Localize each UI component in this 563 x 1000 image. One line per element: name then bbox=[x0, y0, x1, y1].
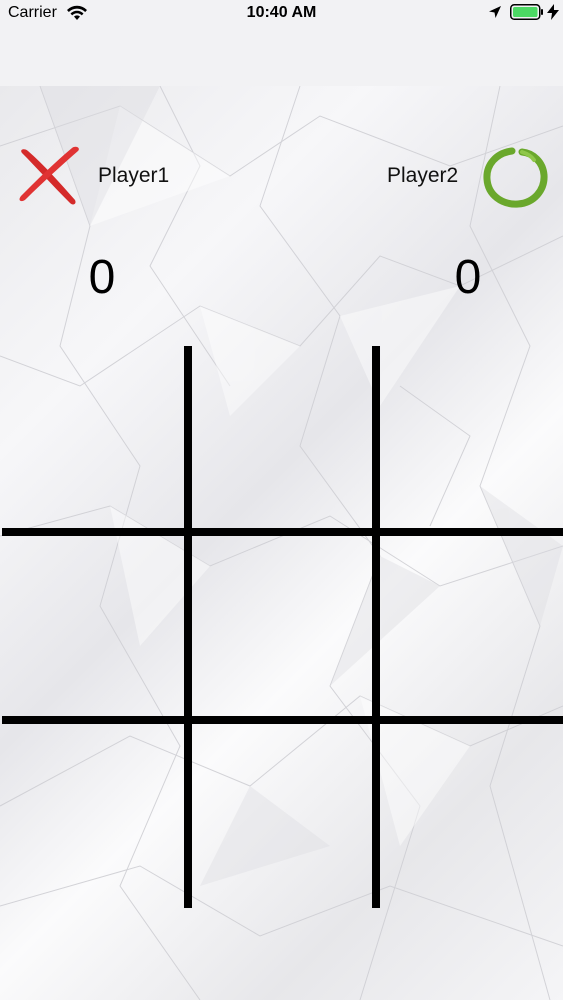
player1-score: 0 bbox=[88, 251, 116, 304]
player2-o-ring-icon bbox=[483, 147, 548, 208]
location-arrow-icon bbox=[489, 6, 501, 18]
battery-icon bbox=[510, 4, 543, 20]
grid-line-vertical-1 bbox=[184, 346, 192, 908]
player1-x-mark-icon bbox=[19, 146, 79, 205]
grid-line-horizontal-2 bbox=[2, 716, 563, 724]
board-cell[interactable] bbox=[0, 346, 184, 528]
board-cell[interactable] bbox=[0, 724, 184, 908]
charging-bolt-icon bbox=[547, 4, 559, 20]
grid-line-horizontal-1 bbox=[2, 528, 563, 536]
board-cell[interactable] bbox=[380, 724, 563, 908]
navigation-bar bbox=[0, 40, 563, 86]
board-cell[interactable] bbox=[192, 724, 372, 908]
clock: 10:40 AM bbox=[246, 4, 317, 21]
board-cell[interactable] bbox=[192, 536, 372, 716]
grid-line-vertical-2 bbox=[372, 346, 380, 908]
board-cell[interactable] bbox=[380, 346, 563, 528]
board-cell[interactable] bbox=[0, 536, 184, 716]
board-cell[interactable] bbox=[380, 536, 563, 716]
status-bar: Carrier 10:40 AM bbox=[0, 0, 563, 40]
player2-label: Player2 bbox=[387, 164, 459, 187]
board-cell[interactable] bbox=[192, 346, 372, 528]
tic-tac-toe-board bbox=[0, 346, 563, 908]
player1-label: Player1 bbox=[98, 164, 170, 187]
player2-score: 0 bbox=[454, 251, 482, 304]
